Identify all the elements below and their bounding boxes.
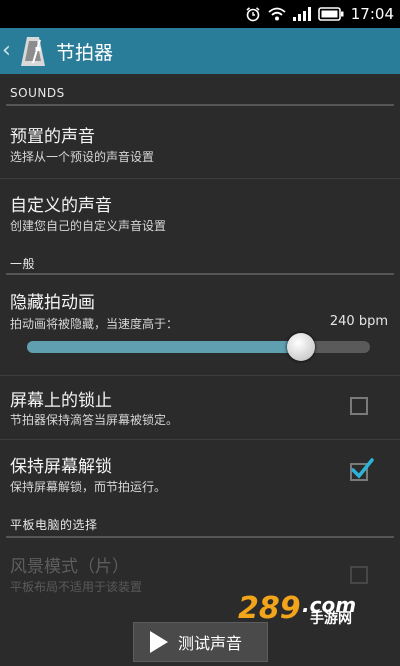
metronome-icon[interactable]: [18, 33, 48, 69]
pref-custom-sounds[interactable]: 自定义的声音 创建您自己的自定义声音设置: [0, 179, 400, 245]
pref-screen-lock[interactable]: 屏幕上的锁止 节拍器保持滴答当屏幕被锁定。: [0, 376, 400, 438]
section-header-tablet: 平板电脑的选择: [10, 518, 98, 532]
pref-summary: 保持屏幕解锁，而节拍运行。: [10, 480, 167, 494]
watermark-sub: 手游网: [310, 611, 352, 627]
watermark-logo: 289 .com: [238, 591, 356, 626]
speed-slider-thumb[interactable]: [287, 333, 316, 361]
back-chevron-icon[interactable]: ‹: [2, 28, 16, 74]
pref-title: 隐藏拍动画: [10, 293, 95, 313]
status-bar: 17:04: [0, 0, 400, 28]
signal-icon: [292, 7, 311, 21]
play-icon: [150, 631, 168, 653]
pref-title: 风景模式（片）: [10, 557, 129, 577]
pref-title: 自定义的声音: [10, 196, 112, 216]
svg-text:289: 289: [238, 591, 301, 626]
test-sound-label: 测试声音: [178, 634, 243, 653]
section-divider: [6, 273, 394, 275]
test-sound-button[interactable]: 测试声音: [133, 622, 268, 662]
pref-summary: 节拍器保持滴答当屏幕被锁定。: [10, 413, 179, 427]
pref-summary: 拍动画将被隐藏，当速度高于：: [10, 317, 179, 331]
speed-slider-fill: [27, 341, 302, 353]
checkmark-icon: [351, 458, 374, 479]
battery-icon: [317, 7, 344, 21]
status-time: 17:04: [350, 5, 394, 23]
wifi-icon: [268, 7, 286, 21]
pref-preset-sounds[interactable]: 预置的声音 选择从一个预设的声音设置: [0, 106, 400, 176]
pref-title: 保持屏幕解锁: [10, 457, 112, 477]
pref-keep-screen-unlocked[interactable]: 保持屏幕解锁 保持屏幕解锁，而节拍运行。: [0, 440, 400, 506]
keep-unlocked-checkbox[interactable]: [350, 458, 374, 481]
pref-summary: 选择从一个预设的声音设置: [10, 150, 155, 164]
pref-title: 屏幕上的锁止: [10, 391, 112, 411]
action-bar: ‹ 节拍器: [0, 28, 400, 74]
alarm-icon: [246, 7, 260, 22]
landscape-checkbox: [350, 566, 368, 584]
pref-summary: 创建您自己的自定义声音设置: [10, 219, 167, 233]
section-header-general: 一般: [10, 257, 36, 271]
pref-hide-beat-animation[interactable]: 隐藏拍动画 拍动画将被隐藏，当速度高于： 240 bpm: [0, 276, 400, 372]
screen-lock-checkbox[interactable]: [350, 397, 368, 415]
page-title: 节拍器: [56, 41, 114, 64]
pref-title: 预置的声音: [10, 127, 95, 147]
section-header-sounds: SOUNDS: [10, 86, 65, 100]
bpm-value: 240 bpm: [329, 314, 388, 329]
pref-summary: 平板布局不适用于该装置: [10, 580, 143, 594]
speed-slider-track[interactable]: [27, 341, 370, 353]
section-divider: [6, 536, 394, 538]
